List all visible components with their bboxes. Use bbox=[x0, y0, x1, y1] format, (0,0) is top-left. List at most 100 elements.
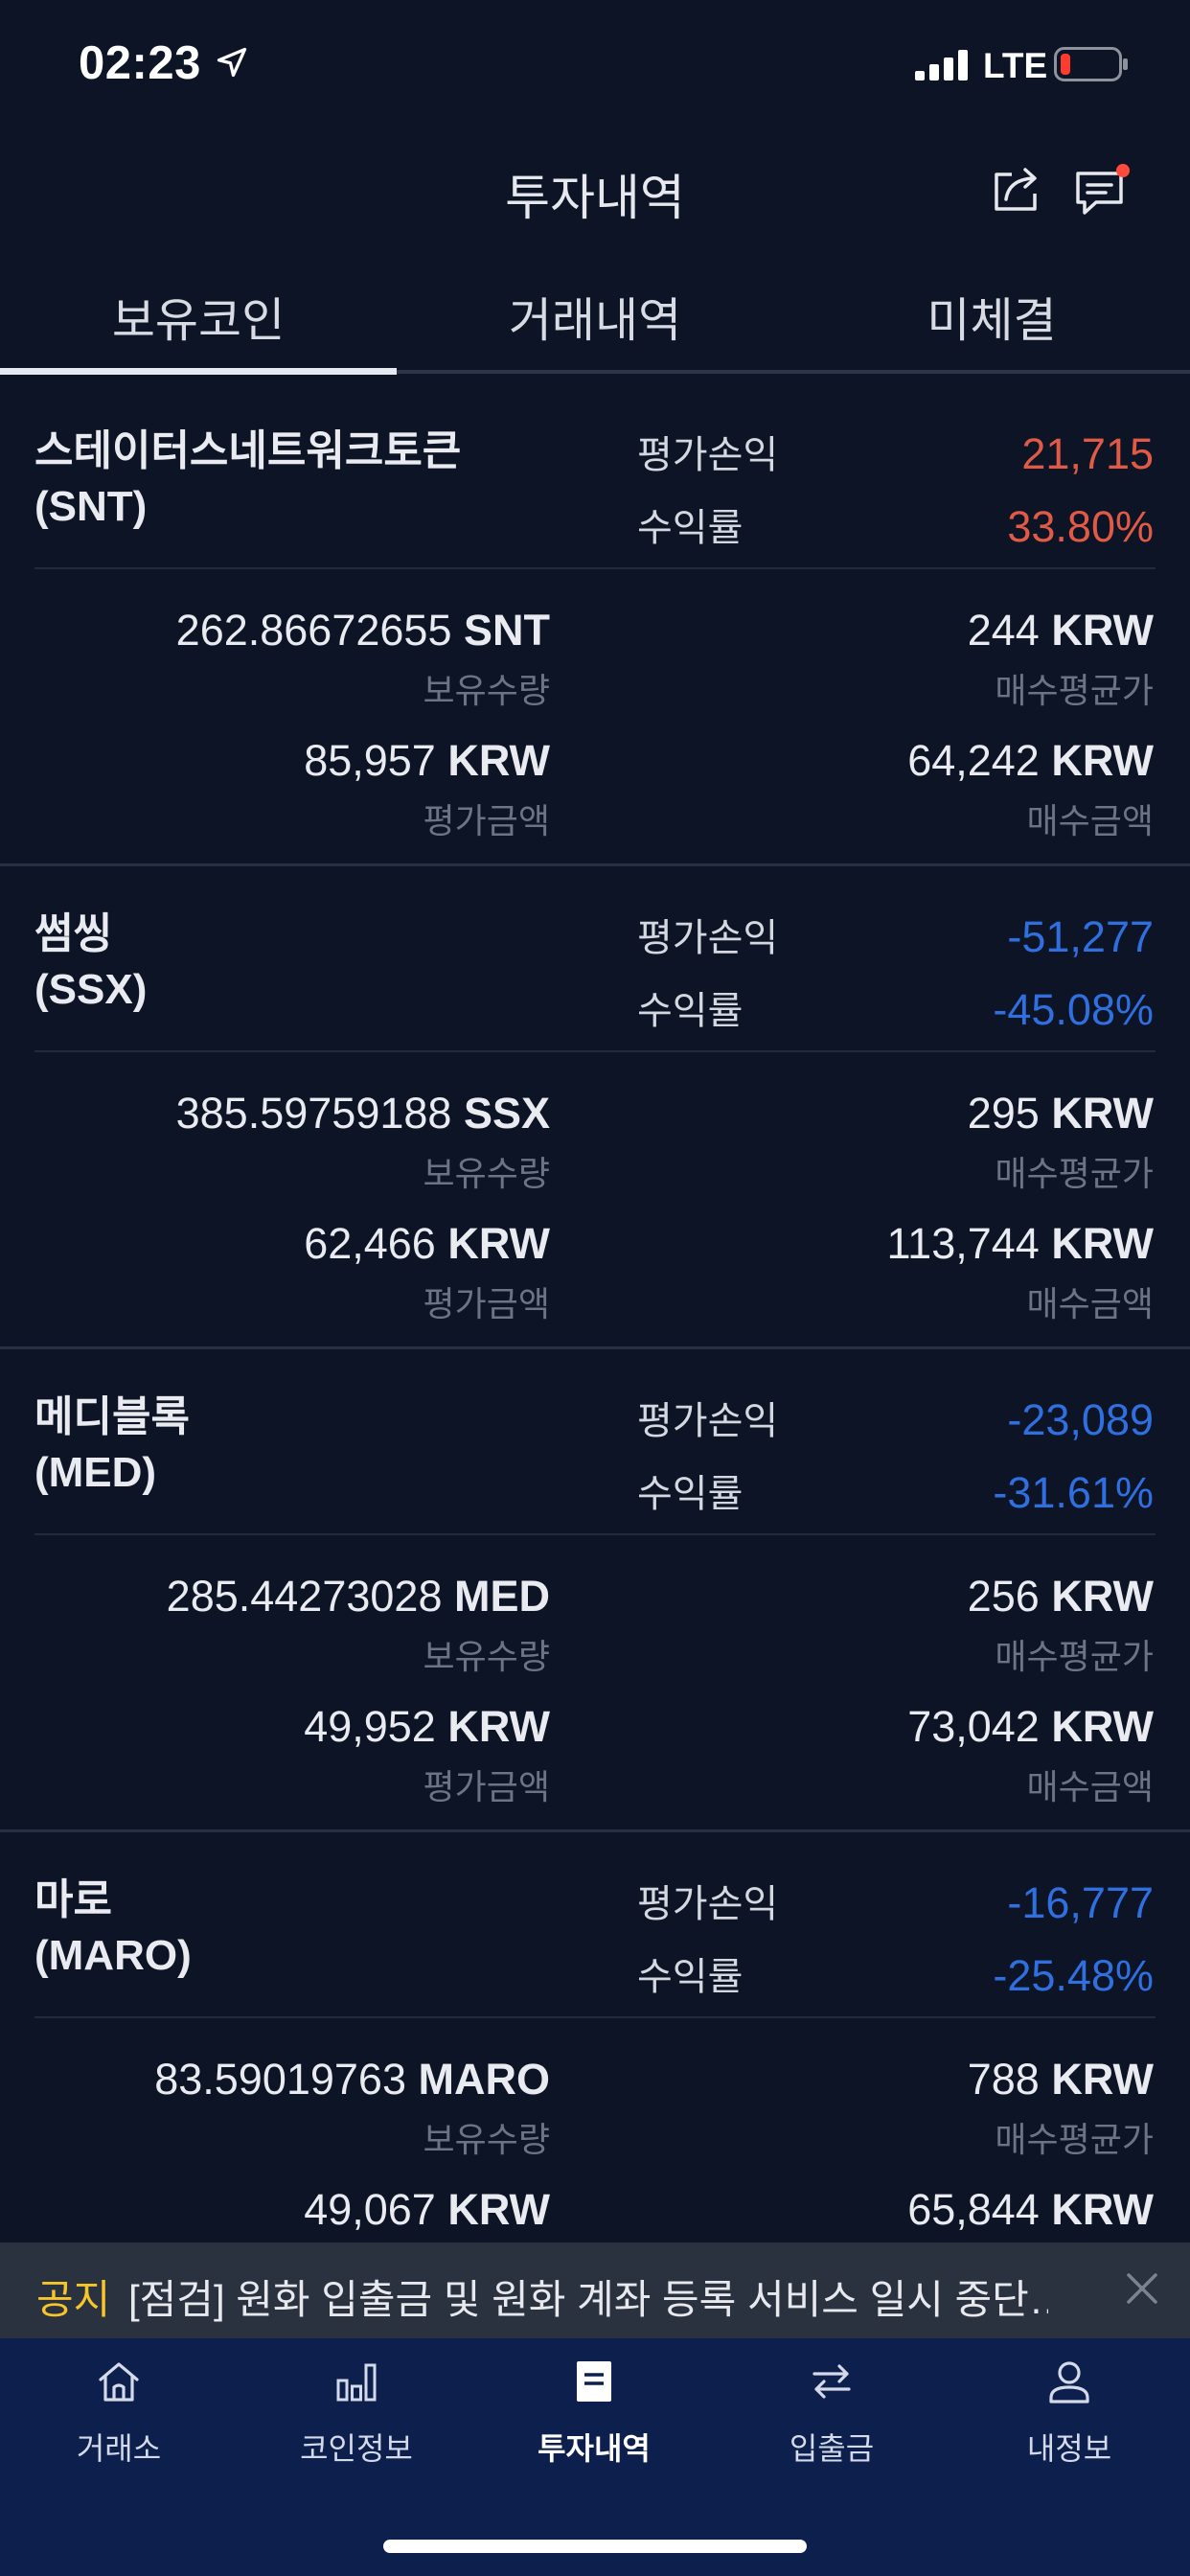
avg-value: 256 bbox=[967, 1572, 1040, 1621]
rate-value: -45.08% bbox=[993, 985, 1154, 1034]
qty-value: 83.59019763 bbox=[154, 2055, 406, 2104]
avg-unit: KRW bbox=[1051, 1089, 1154, 1138]
notice-text[interactable]: [점검] 원화 입출금 및 원화 계좌 등록 서비스 일시 중단… bbox=[128, 2267, 1048, 2326]
notice-banner[interactable]: 공지 [점검] 원화 입출금 및 원화 계좌 등록 서비스 일시 중단… bbox=[0, 2242, 1190, 2338]
avg-value: 244 bbox=[967, 606, 1040, 655]
battery-icon bbox=[1054, 47, 1128, 81]
nav-my-info[interactable]: 내정보 bbox=[950, 2338, 1188, 2511]
rate-label: 수익률 bbox=[637, 1473, 744, 1515]
eval-amount: 85,957 KRW bbox=[304, 736, 550, 786]
document-icon bbox=[577, 2361, 611, 2402]
pl-value: -16,777 bbox=[1007, 1878, 1154, 1927]
network-type: LTE bbox=[983, 46, 1048, 85]
holdings-label: 보유수량 bbox=[423, 1637, 550, 1676]
avg-price-label: 매수평균가 bbox=[995, 1154, 1154, 1193]
buy-unit: KRW bbox=[1051, 1702, 1154, 1751]
avg-value: 788 bbox=[967, 2055, 1040, 2104]
qty-unit: SNT bbox=[464, 606, 550, 655]
tab-holdings[interactable]: 보유코인 bbox=[0, 283, 397, 351]
avg-price-label: 매수평균가 bbox=[995, 2120, 1154, 2159]
nav-coin-info[interactable]: 코인정보 bbox=[238, 2338, 475, 2511]
pl-value: 21,715 bbox=[1021, 429, 1154, 478]
close-icon[interactable] bbox=[1123, 2269, 1161, 2308]
qty-value: 262.86672655 bbox=[175, 606, 452, 655]
avg-unit: KRW bbox=[1051, 606, 1154, 655]
card-divider bbox=[34, 567, 1156, 569]
notice-tag: 공지 bbox=[36, 2277, 111, 2322]
qty-unit: MED bbox=[454, 1572, 550, 1621]
rate-value: -25.48% bbox=[993, 1951, 1154, 2000]
rate-label: 수익률 bbox=[637, 990, 744, 1032]
buy-unit: KRW bbox=[1051, 1219, 1154, 1268]
pl-label: 평가손익 bbox=[637, 1883, 779, 1925]
eval-amount-label: 평가금액 bbox=[423, 801, 550, 840]
rate-label: 수익률 bbox=[637, 1956, 744, 1998]
location-arrow-icon bbox=[217, 47, 247, 78]
coin-symbol: (SSX) bbox=[34, 966, 148, 1013]
buy-unit: KRW bbox=[1051, 2185, 1154, 2234]
coin-name: 썸씽 (SSX) bbox=[34, 907, 147, 1018]
buy-amount: 64,242 KRW bbox=[907, 736, 1154, 786]
nav-label: 내정보 bbox=[1026, 2431, 1112, 2466]
chat-icon[interactable] bbox=[1073, 162, 1133, 219]
qty-value: 385.59759188 bbox=[175, 1089, 452, 1138]
tab-unfilled[interactable]: 미체결 bbox=[793, 283, 1190, 351]
coin-name-text: 메디블록 bbox=[34, 1393, 190, 1440]
share-icon[interactable] bbox=[989, 161, 1044, 217]
coin-card[interactable]: 메디블록 (MED) 평가손익 수익률 -23,089 -31.61% 285.… bbox=[0, 1349, 1190, 1832]
tab-trade-history[interactable]: 거래내역 bbox=[397, 283, 793, 351]
tab-bar: 보유코인 거래내역 미체결 bbox=[0, 254, 1190, 377]
avg-price-label: 매수평균가 bbox=[995, 1637, 1154, 1676]
coin-card[interactable]: 스테이터스네트워크토큰 (SNT) 평가손익 수익률 21,715 33.80%… bbox=[0, 383, 1190, 866]
coin-symbol: (MARO) bbox=[34, 1932, 192, 1979]
top-header: 투자내역 bbox=[0, 129, 1190, 254]
holding-qty: 385.59759188 SSX bbox=[176, 1089, 550, 1138]
pl-label: 평가손익 bbox=[637, 917, 779, 959]
qty-unit: MARO bbox=[418, 2055, 550, 2104]
rate-label: 수익률 bbox=[637, 507, 744, 549]
eval-amount-label: 평가금액 bbox=[423, 1767, 550, 1806]
nav-exchange[interactable]: 거래소 bbox=[0, 2338, 238, 2511]
status-time: 02:23 bbox=[79, 37, 201, 89]
coin-card[interactable]: 썸씽 (SSX) 평가손익 수익률 -51,277 -45.08% 385.59… bbox=[0, 866, 1190, 1349]
rate-value: -31.61% bbox=[993, 1468, 1154, 1517]
buy-value: 113,744 bbox=[886, 1219, 1040, 1268]
nav-label: 입출금 bbox=[789, 2431, 875, 2466]
person-icon bbox=[1049, 2361, 1089, 2404]
buy-unit: KRW bbox=[1051, 736, 1154, 785]
buy-value: 73,042 bbox=[907, 1702, 1040, 1751]
avg-unit: KRW bbox=[1051, 2055, 1154, 2104]
rate-value: 33.80% bbox=[1007, 502, 1154, 551]
eval-unit: KRW bbox=[447, 2185, 550, 2234]
home-indicator[interactable] bbox=[383, 2540, 807, 2553]
pl-label: 평가손익 bbox=[637, 1400, 779, 1442]
eval-value: 85,957 bbox=[304, 736, 436, 785]
buy-amount-label: 매수금액 bbox=[1026, 1284, 1154, 1323]
eval-value: 49,067 bbox=[304, 2185, 436, 2234]
buy-amount-label: 매수금액 bbox=[1026, 801, 1154, 840]
buy-value: 64,242 bbox=[907, 736, 1040, 785]
avg-value: 295 bbox=[967, 1089, 1040, 1138]
buy-value: 65,844 bbox=[907, 2185, 1040, 2234]
nav-deposit-withdraw[interactable]: 입출금 bbox=[713, 2338, 950, 2511]
home-icon bbox=[99, 2362, 139, 2402]
buy-amount-label: 매수금액 bbox=[1026, 1767, 1154, 1806]
nav-investments[interactable]: 투자내역 bbox=[475, 2338, 713, 2511]
eval-unit: KRW bbox=[447, 1219, 550, 1268]
coin-symbol: (SNT) bbox=[34, 483, 148, 530]
qty-value: 285.44273028 bbox=[166, 1572, 443, 1621]
eval-unit: KRW bbox=[447, 1702, 550, 1751]
transfer-arrows-icon bbox=[812, 2364, 851, 2399]
holdings-list: 스테이터스네트워크토큰 (SNT) 평가손익 수익률 21,715 33.80%… bbox=[0, 383, 1190, 2315]
pl-value: -23,089 bbox=[1007, 1395, 1154, 1444]
eval-value: 49,952 bbox=[304, 1702, 436, 1751]
coin-name: 스테이터스네트워크토큰 (SNT) bbox=[34, 424, 461, 535]
avg-price: 295 KRW bbox=[968, 1089, 1154, 1138]
holdings-label: 보유수량 bbox=[423, 2120, 550, 2159]
eval-value: 62,466 bbox=[304, 1219, 436, 1268]
coin-symbol: (MED) bbox=[34, 1449, 157, 1496]
active-tab-indicator bbox=[0, 368, 397, 375]
coin-name-text: 썸씽 bbox=[34, 910, 112, 957]
bar-chart-icon bbox=[336, 2363, 377, 2402]
status-bar: 02:23 LTE bbox=[0, 0, 1190, 129]
